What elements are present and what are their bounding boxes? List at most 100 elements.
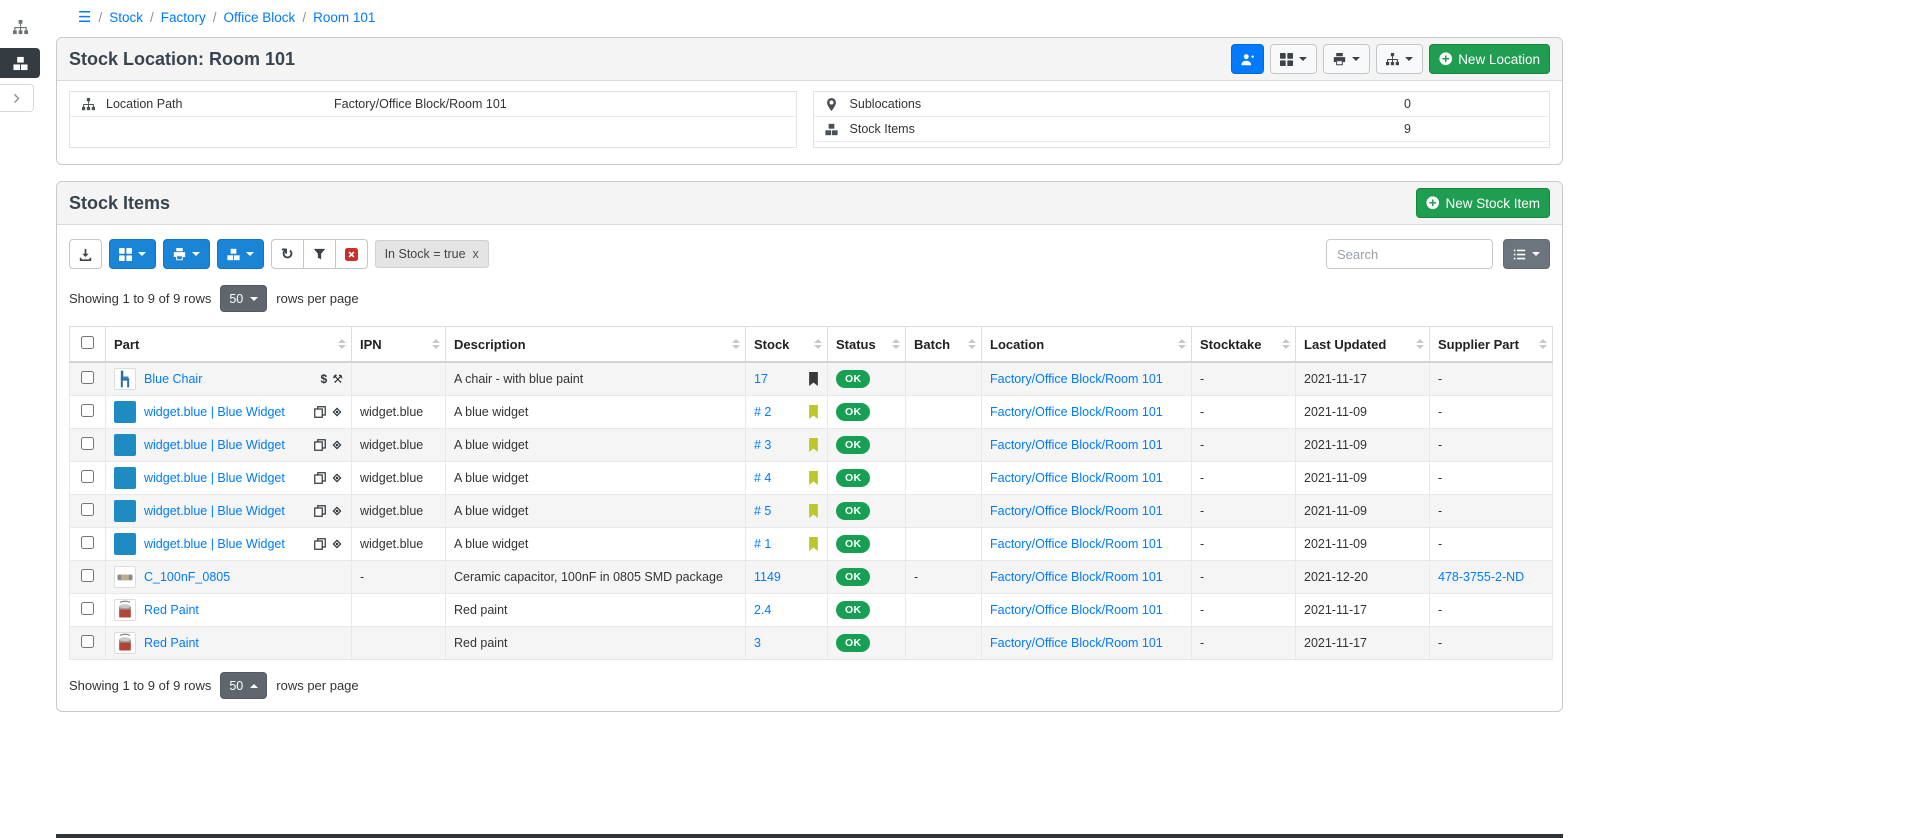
last-updated-value: 2021-11-17: [1304, 636, 1367, 650]
shapes-icon: [331, 406, 343, 418]
print-actions-dropdown[interactable]: [1323, 44, 1370, 74]
row-checkbox[interactable]: [81, 536, 94, 549]
row-checkbox[interactable]: [81, 503, 94, 516]
location-link[interactable]: Factory/Office Block/Room 101: [990, 603, 1163, 617]
search-input[interactable]: [1326, 239, 1493, 269]
supplier-part-link[interactable]: 478-3755-2-ND: [1438, 570, 1524, 584]
location-link[interactable]: Factory/Office Block/Room 101: [990, 372, 1163, 386]
download-icon: [79, 248, 92, 261]
part-thumbnail-blue-widget: [114, 533, 136, 555]
row-checkbox[interactable]: [81, 437, 94, 450]
sort-icon: [892, 339, 900, 349]
main-content: ☰ / Stock / Factory / Office Block / Roo…: [56, 8, 1563, 728]
status-badge: OK: [836, 634, 870, 652]
part-link[interactable]: widget.blue | Blue Widget: [144, 537, 285, 551]
part-link[interactable]: widget.blue | Blue Widget: [144, 471, 285, 485]
stock-quantity-link[interactable]: # 2: [754, 405, 771, 419]
row-checkbox[interactable]: [81, 404, 94, 417]
new-location-button[interactable]: New Location: [1429, 44, 1550, 74]
location-link[interactable]: Factory/Office Block/Room 101: [990, 636, 1163, 650]
download-button[interactable]: [69, 239, 102, 269]
stock-quantity-link[interactable]: # 4: [754, 471, 771, 485]
caret-up-icon: [250, 684, 258, 688]
row-checkbox[interactable]: [81, 635, 94, 648]
breadcrumb-link-office-block[interactable]: Office Block: [224, 10, 296, 25]
stock-options-dropdown[interactable]: [217, 239, 264, 269]
sidebar-item-categories[interactable]: [0, 12, 40, 42]
filter-chip-remove[interactable]: x: [473, 247, 479, 261]
copy-icon: [314, 538, 326, 550]
part-link[interactable]: Red Paint: [144, 636, 199, 650]
barcode-actions-dropdown[interactable]: [109, 239, 156, 269]
stock-items-title: Stock Items: [69, 193, 170, 214]
table-view-dropdown[interactable]: [1503, 239, 1550, 269]
supplier-part-value: -: [1438, 636, 1442, 650]
column-header-part[interactable]: Part: [106, 327, 352, 363]
map-marker-icon: [824, 98, 840, 111]
stock-quantity-link[interactable]: 3: [754, 636, 761, 650]
sort-icon: [1282, 339, 1290, 349]
location-path-value: Factory/Office Block/Room 101: [334, 97, 507, 111]
supplier-part-value: -: [1438, 504, 1442, 518]
page-size-dropdown[interactable]: 50: [220, 672, 267, 699]
stock-quantity-link[interactable]: # 3: [754, 438, 771, 452]
admin-user-button[interactable]: [1231, 44, 1264, 74]
row-checkbox[interactable]: [81, 569, 94, 582]
breadcrumb-link-factory[interactable]: Factory: [161, 10, 206, 25]
stock-quantity-link[interactable]: 17: [754, 372, 768, 386]
stock-quantity-link[interactable]: # 5: [754, 504, 771, 518]
barcode-actions-dropdown[interactable]: [1270, 44, 1317, 74]
location-link[interactable]: Factory/Office Block/Room 101: [990, 537, 1163, 551]
part-link[interactable]: Blue Chair: [144, 372, 202, 386]
stocktake-value: -: [1200, 438, 1204, 452]
column-header-status[interactable]: Status: [828, 327, 906, 363]
part-link[interactable]: Red Paint: [144, 603, 199, 617]
stock-quantity-link[interactable]: 2.4: [754, 603, 771, 617]
location-link[interactable]: Factory/Office Block/Room 101: [990, 471, 1163, 485]
part-link[interactable]: widget.blue | Blue Widget: [144, 405, 285, 419]
sublocations-row: Sublocations 0: [814, 92, 1549, 117]
page-size-dropdown[interactable]: 50: [220, 285, 267, 312]
new-stock-item-button[interactable]: New Stock Item: [1416, 188, 1550, 218]
refresh-button[interactable]: ↻: [271, 239, 304, 269]
sidebar-expand-button[interactable]: [0, 84, 34, 112]
menu-bars-icon[interactable]: ☰: [78, 10, 91, 25]
sidebar-item-locations[interactable]: [0, 48, 40, 78]
stock-table-toolbar: ↻ In Stock = true x: [57, 225, 1562, 273]
part-link[interactable]: C_100nF_0805: [144, 570, 230, 584]
location-path-row: Location Path Factory/Office Block/Room …: [70, 92, 796, 117]
supplier-part-value: -: [1438, 471, 1442, 485]
column-label: Last Updated: [1304, 337, 1386, 352]
column-header-supplier[interactable]: Supplier Part: [1430, 327, 1553, 363]
status-badge: OK: [836, 502, 870, 520]
location-link[interactable]: Factory/Office Block/Room 101: [990, 504, 1163, 518]
location-link[interactable]: Factory/Office Block/Room 101: [990, 570, 1163, 584]
filter-button[interactable]: [303, 239, 336, 269]
chevron-right-icon: [11, 93, 22, 104]
select-all-checkbox[interactable]: [81, 336, 94, 349]
stock-quantity-link[interactable]: # 1: [754, 537, 771, 551]
location-link[interactable]: Factory/Office Block/Room 101: [990, 405, 1163, 419]
print-actions-dropdown[interactable]: [163, 239, 210, 269]
column-header-loc[interactable]: Location: [982, 327, 1192, 363]
breadcrumb-link-room-101[interactable]: Room 101: [313, 10, 375, 25]
stock-quantity-link[interactable]: 1149: [754, 570, 781, 584]
row-checkbox[interactable]: [81, 470, 94, 483]
column-header-stock[interactable]: Stock: [746, 327, 828, 363]
part-link[interactable]: widget.blue | Blue Widget: [144, 504, 285, 518]
part-link[interactable]: widget.blue | Blue Widget: [144, 438, 285, 452]
breadcrumb-link-stock[interactable]: Stock: [109, 10, 143, 25]
row-checkbox[interactable]: [81, 602, 94, 615]
location-actions-dropdown[interactable]: [1376, 44, 1423, 74]
column-header-desc[interactable]: Description: [446, 327, 746, 363]
row-checkbox[interactable]: [81, 371, 94, 384]
location-link[interactable]: Factory/Office Block/Room 101: [990, 438, 1163, 452]
column-header-updated[interactable]: Last Updated: [1296, 327, 1430, 363]
filter-button-group: ↻: [271, 239, 368, 269]
column-header-stocktake[interactable]: Stocktake: [1192, 327, 1296, 363]
caret-down-icon: [250, 297, 258, 301]
user-plus-icon: [1241, 53, 1254, 66]
column-header-ipn[interactable]: IPN: [352, 327, 446, 363]
clear-filters-button[interactable]: [335, 239, 368, 269]
column-header-batch[interactable]: Batch: [906, 327, 982, 363]
